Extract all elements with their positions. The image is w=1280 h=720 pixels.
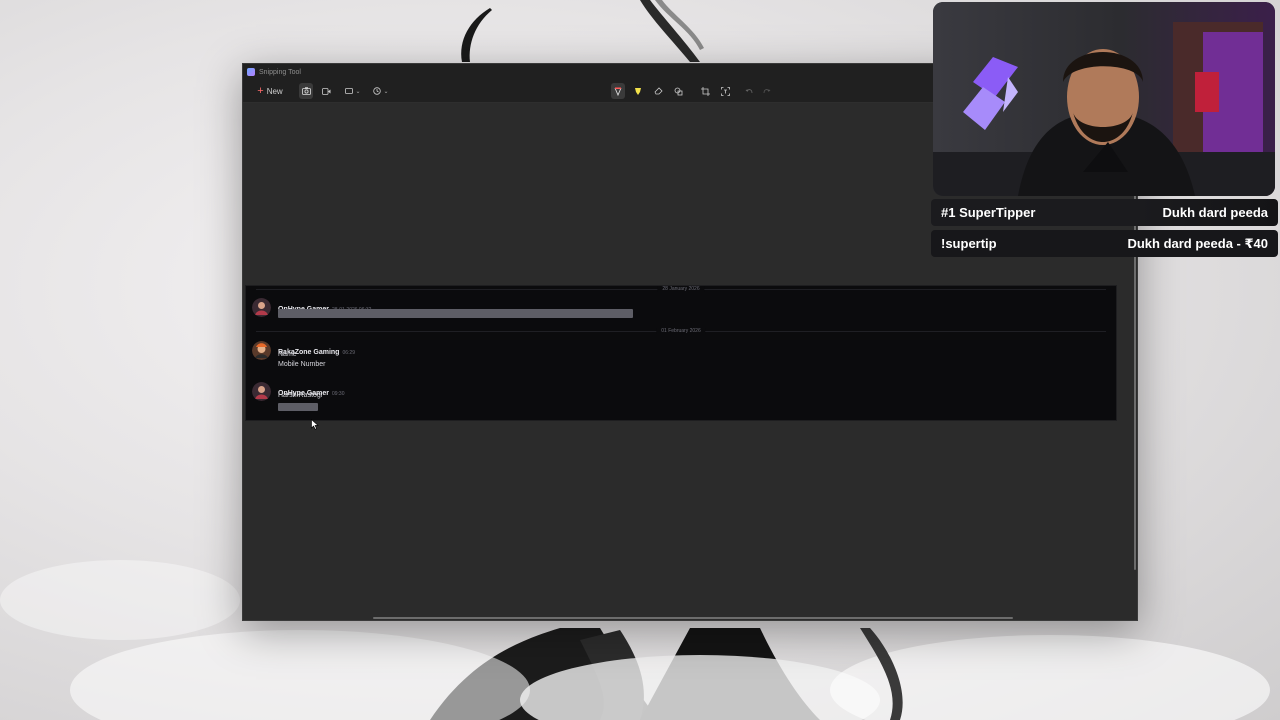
date-divider: 01 February 2026 [256, 328, 1106, 334]
text-actions-icon[interactable] [718, 83, 732, 99]
mouse-cursor-icon [311, 419, 319, 430]
chevron-down-icon: ⌄ [355, 88, 361, 95]
horizontal-scrollbar[interactable] [373, 617, 1013, 619]
shapes-icon[interactable] [671, 83, 685, 99]
supertipper-value: Dukh dard peeda [1162, 205, 1268, 220]
message-line: Name [278, 351, 297, 358]
undo-icon[interactable] [742, 83, 756, 99]
webcam-overlay [933, 2, 1275, 196]
date-divider: 28 January 2026 [256, 286, 1106, 292]
message-timestamp: 09:30 [331, 391, 345, 397]
window-title: Snipping Tool [259, 68, 301, 76]
rectangle-mode-dropdown[interactable]: ⌄ [343, 83, 363, 99]
redo-icon[interactable] [760, 83, 774, 99]
plus-icon: + [257, 85, 264, 97]
delay-timer-dropdown[interactable]: ⌄ [371, 83, 391, 99]
message-line: Mobile Number [278, 361, 326, 368]
eraser-icon[interactable] [651, 83, 665, 99]
redacted-text-bar [278, 403, 318, 411]
delay-timer-icon [373, 87, 382, 95]
camera-icon[interactable] [299, 83, 313, 99]
supertip-command-row: !supertip Dukh dard peeda - ₹40 [931, 230, 1278, 257]
supertipper-label: #1 SuperTipper [941, 205, 1036, 220]
redacted-text-bar [278, 309, 633, 318]
avatar [252, 382, 271, 401]
rectangle-mode-icon [345, 88, 354, 94]
highlighter-icon[interactable] [631, 83, 645, 99]
date-divider-label: 01 February 2026 [656, 328, 706, 334]
snipping-tool-app-icon [247, 68, 255, 76]
avatar [252, 298, 271, 317]
supertip-command-label: !supertip [941, 236, 997, 251]
chevron-down-icon: ⌄ [383, 88, 389, 95]
supertip-command-value: Dukh dard peeda - ₹40 [1127, 235, 1268, 251]
message-timestamp: 06:29 [342, 350, 355, 356]
message-line: Harsh Rastogi [278, 392, 323, 399]
new-snip-button[interactable]: + New [253, 83, 287, 99]
supertipper-row: #1 SuperTipper Dukh dard peeda [931, 199, 1278, 226]
avatar [252, 341, 271, 360]
ballpoint-pen-icon[interactable] [611, 83, 625, 99]
video-icon[interactable] [319, 83, 333, 99]
captured-snip-image: 28 January 2026 OnHype Gamer28-01-2026 0… [245, 285, 1117, 421]
new-button-label: New [266, 86, 283, 96]
crop-icon[interactable] [698, 83, 712, 99]
date-divider-label: 28 January 2026 [657, 286, 705, 292]
